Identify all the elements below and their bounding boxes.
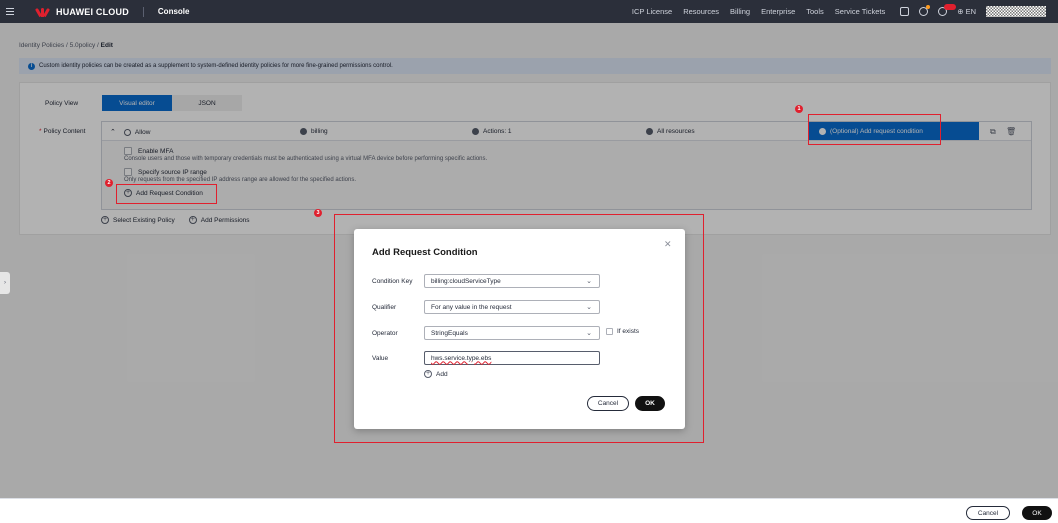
- notification-bell-icon[interactable]: [919, 5, 931, 16]
- annotation-box-2: [116, 184, 217, 204]
- nav-enterprise[interactable]: Enterprise: [761, 7, 795, 16]
- cloud-shell-icon[interactable]: [900, 7, 910, 16]
- menu-icon[interactable]: [6, 8, 22, 15]
- help-icon[interactable]: [938, 4, 957, 16]
- language-label: EN: [965, 7, 976, 16]
- account-avatar[interactable]: [986, 6, 1046, 17]
- nav-resources[interactable]: Resources: [683, 7, 719, 16]
- brand-logo[interactable]: HUAWEI CLOUD: [34, 6, 129, 17]
- brand-name: HUAWEI CLOUD: [56, 6, 129, 17]
- footer-ok-button[interactable]: OK: [1022, 506, 1052, 520]
- nav-tools[interactable]: Tools: [806, 7, 824, 16]
- console-link[interactable]: Console: [158, 7, 190, 16]
- top-navigation-bar: HUAWEI CLOUD Console ICP License Resourc…: [0, 0, 1058, 23]
- nav-service-tickets[interactable]: Service Tickets: [835, 7, 885, 16]
- annotation-number-3: 3: [314, 209, 322, 217]
- annotation-number-1: 1: [795, 105, 803, 113]
- annotation-box-1: [808, 114, 941, 145]
- sidebar-expand-handle[interactable]: ›: [0, 272, 10, 294]
- footer-cancel-button[interactable]: Cancel: [966, 506, 1010, 520]
- annotation-number-2: 2: [105, 179, 113, 187]
- language-selector[interactable]: ⊕ EN: [957, 7, 976, 16]
- annotation-box-3: [334, 214, 704, 443]
- nav-icp-license[interactable]: ICP License: [632, 7, 672, 16]
- page-footer: Cancel OK: [0, 498, 1058, 523]
- nav-billing[interactable]: Billing: [730, 7, 750, 16]
- top-nav-links: ICP License Resources Billing Enterprise…: [632, 4, 976, 16]
- divider: [142, 6, 144, 17]
- huawei-logo-icon: [34, 7, 51, 17]
